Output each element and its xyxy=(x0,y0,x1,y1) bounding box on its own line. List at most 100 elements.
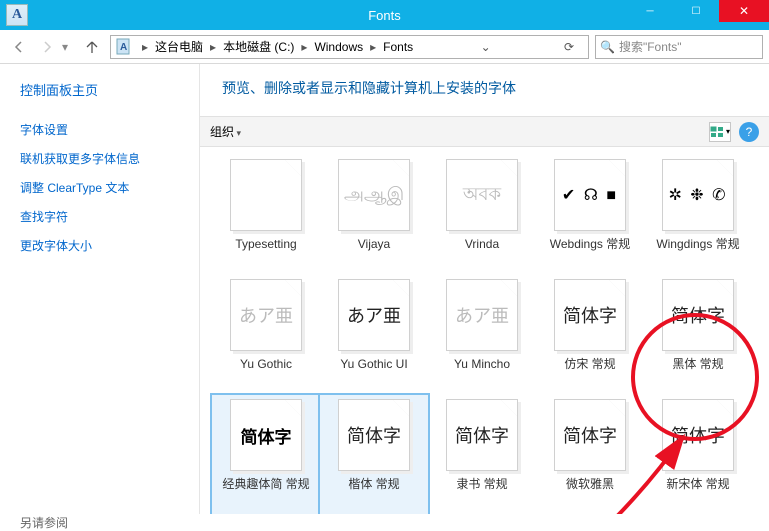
font-sample: あア亜 xyxy=(347,302,401,328)
font-sample: অবক xyxy=(463,180,501,211)
font-sample: あア亜 xyxy=(239,302,293,328)
font-sample: அஆஇ xyxy=(344,184,404,207)
font-thumbnail: 简体字 xyxy=(230,399,302,471)
see-also-label: 另请参阅 xyxy=(20,514,199,531)
font-item[interactable]: 简体字经典趣体简 常规 xyxy=(212,395,320,514)
breadcrumb-item[interactable]: Windows xyxy=(310,40,367,54)
font-thumbnail: 简体字 xyxy=(554,399,626,471)
font-thumbnail: あア亜 xyxy=(230,279,302,351)
app-icon: A xyxy=(6,4,28,26)
font-thumbnail: 简体字 xyxy=(662,399,734,471)
font-item[interactable]: অবক Vrinda xyxy=(428,155,536,275)
breadcrumb-chev[interactable]: ▸ xyxy=(139,40,151,54)
font-thumbnail: ✔ ☊ ■ xyxy=(554,159,626,231)
forward-button[interactable] xyxy=(34,35,60,59)
font-label: 仿宋 常规 xyxy=(564,357,615,373)
font-thumbnail xyxy=(230,159,302,231)
sidebar-link-find-char[interactable]: 查找字符 xyxy=(20,208,199,225)
toolbar: 组织 ▾ ? xyxy=(200,116,769,147)
sidebar-link-cleartype[interactable]: 调整 ClearType 文本 xyxy=(20,179,199,196)
font-label: 新宋体 常规 xyxy=(666,477,729,493)
font-sample: あア亜 xyxy=(455,302,509,328)
font-label: Vrinda xyxy=(465,237,499,253)
breadcrumb-item[interactable]: Fonts xyxy=(379,40,417,54)
control-panel-home[interactable]: 控制面板主页 xyxy=(20,80,199,99)
font-label: 微软雅黑 xyxy=(566,477,614,493)
navbar: ▾ A ▸ 这台电脑 ▸ 本地磁盘 (C:) ▸ Windows ▸ Fonts… xyxy=(0,30,769,64)
help-button[interactable]: ? xyxy=(739,122,759,142)
font-sample: 简体字 xyxy=(455,422,509,448)
font-thumbnail: அஆஇ xyxy=(338,159,410,231)
breadcrumb-chev[interactable]: ▸ xyxy=(367,40,379,54)
sidebar-link-get-more-fonts[interactable]: 联机获取更多字体信息 xyxy=(20,150,199,167)
history-dropdown[interactable]: ▾ xyxy=(62,40,78,54)
sidebar-link-font-settings[interactable]: 字体设置 xyxy=(20,121,199,138)
font-label: 经典趣体简 常规 xyxy=(222,477,309,493)
font-grid: Typesetting அஆஇ Vijaya অবক Vrinda ✔ ☊ ■ Webdin… xyxy=(200,147,769,514)
font-item[interactable]: 简体字新宋体 常规 xyxy=(644,395,752,514)
font-label: Yu Gothic xyxy=(240,357,292,373)
page-header: 预览、删除或者显示和隐藏计算机上安装的字体 xyxy=(200,64,769,116)
up-button[interactable] xyxy=(80,35,104,59)
close-button[interactable] xyxy=(719,0,769,22)
folder-icon: A xyxy=(115,38,133,56)
font-item[interactable]: あア亜 Yu Gothic UI xyxy=(320,275,428,395)
font-thumbnail: 简体字 xyxy=(446,399,518,471)
font-item[interactable]: 简体字仿宋 常规 xyxy=(536,275,644,395)
breadcrumb-chev[interactable]: ▸ xyxy=(298,40,310,54)
font-label: 黑体 常规 xyxy=(672,357,723,373)
main-pane: 预览、删除或者显示和隐藏计算机上安装的字体 组织 ▾ ? Typesetting… xyxy=(200,64,769,514)
font-thumbnail: 简体字 xyxy=(662,279,734,351)
font-thumbnail: 简体字 xyxy=(338,399,410,471)
font-label: Yu Gothic UI xyxy=(340,357,407,373)
window-title: Fonts xyxy=(368,8,401,23)
font-label: Vijaya xyxy=(358,237,390,253)
breadcrumb-chev[interactable]: ▸ xyxy=(207,40,219,54)
font-label: Wingdings 常规 xyxy=(656,237,739,253)
font-item[interactable]: அஆஇ Vijaya xyxy=(320,155,428,275)
font-item[interactable]: 简体字微软雅黑 xyxy=(536,395,644,514)
search-icon: 🔍 xyxy=(600,40,615,54)
address-bar[interactable]: A ▸ 这台电脑 ▸ 本地磁盘 (C:) ▸ Windows ▸ Fonts ⌄… xyxy=(110,35,589,59)
font-label: Typesetting xyxy=(235,237,296,253)
font-item[interactable]: あア亜 Yu Gothic xyxy=(212,275,320,395)
addr-dropdown-icon[interactable]: ⌄ xyxy=(481,40,501,54)
font-thumbnail: あア亜 xyxy=(446,279,518,351)
maximize-button[interactable] xyxy=(673,0,719,22)
font-item[interactable]: ✔ ☊ ■ Webdings 常规 xyxy=(536,155,644,275)
font-sample: 简体字 xyxy=(563,422,617,448)
font-sample: 简体字 xyxy=(241,423,292,448)
minimize-button[interactable] xyxy=(627,0,673,22)
sidebar: 控制面板主页 字体设置 联机获取更多字体信息 调整 ClearType 文本 查… xyxy=(0,64,200,514)
svg-text:A: A xyxy=(120,42,127,53)
titlebar: A Fonts xyxy=(0,0,769,30)
breadcrumb-item[interactable]: 本地磁盘 (C:) xyxy=(219,38,298,55)
organize-button[interactable]: 组织 xyxy=(210,123,241,140)
breadcrumb-item[interactable]: 这台电脑 xyxy=(151,38,207,55)
font-sample: ✲ ❉ ✆ xyxy=(668,185,727,205)
font-sample: 简体字 xyxy=(671,422,725,448)
font-item[interactable]: Typesetting xyxy=(212,155,320,275)
font-sample: 简体字 xyxy=(563,302,617,328)
search-box[interactable]: 🔍 搜索"Fonts" xyxy=(595,35,763,59)
font-item[interactable]: ✲ ❉ ✆ Wingdings 常规 xyxy=(644,155,752,275)
refresh-icon[interactable]: ⟳ xyxy=(564,40,584,54)
font-item[interactable]: 简体字楷体 常规 xyxy=(320,395,428,514)
font-label: Webdings 常规 xyxy=(550,237,630,253)
font-thumbnail: あア亜 xyxy=(338,279,410,351)
sidebar-link-change-size[interactable]: 更改字体大小 xyxy=(20,237,199,254)
back-button[interactable] xyxy=(6,35,32,59)
font-label: 楷体 常规 xyxy=(348,477,399,493)
font-thumbnail: 简体字 xyxy=(554,279,626,351)
font-sample: 简体字 xyxy=(671,302,725,328)
font-sample: ✔ ☊ ■ xyxy=(562,185,618,205)
font-label: 隶书 常规 xyxy=(456,477,507,493)
font-item[interactable]: 简体字黑体 常规 xyxy=(644,275,752,395)
font-sample: 简体字 xyxy=(347,422,401,448)
view-button[interactable]: ▾ xyxy=(709,122,731,142)
search-placeholder: 搜索"Fonts" xyxy=(619,38,682,55)
font-label: Yu Mincho xyxy=(454,357,510,373)
font-item[interactable]: 简体字隶书 常规 xyxy=(428,395,536,514)
font-thumbnail: অবক xyxy=(446,159,518,231)
font-item[interactable]: あア亜 Yu Mincho xyxy=(428,275,536,395)
